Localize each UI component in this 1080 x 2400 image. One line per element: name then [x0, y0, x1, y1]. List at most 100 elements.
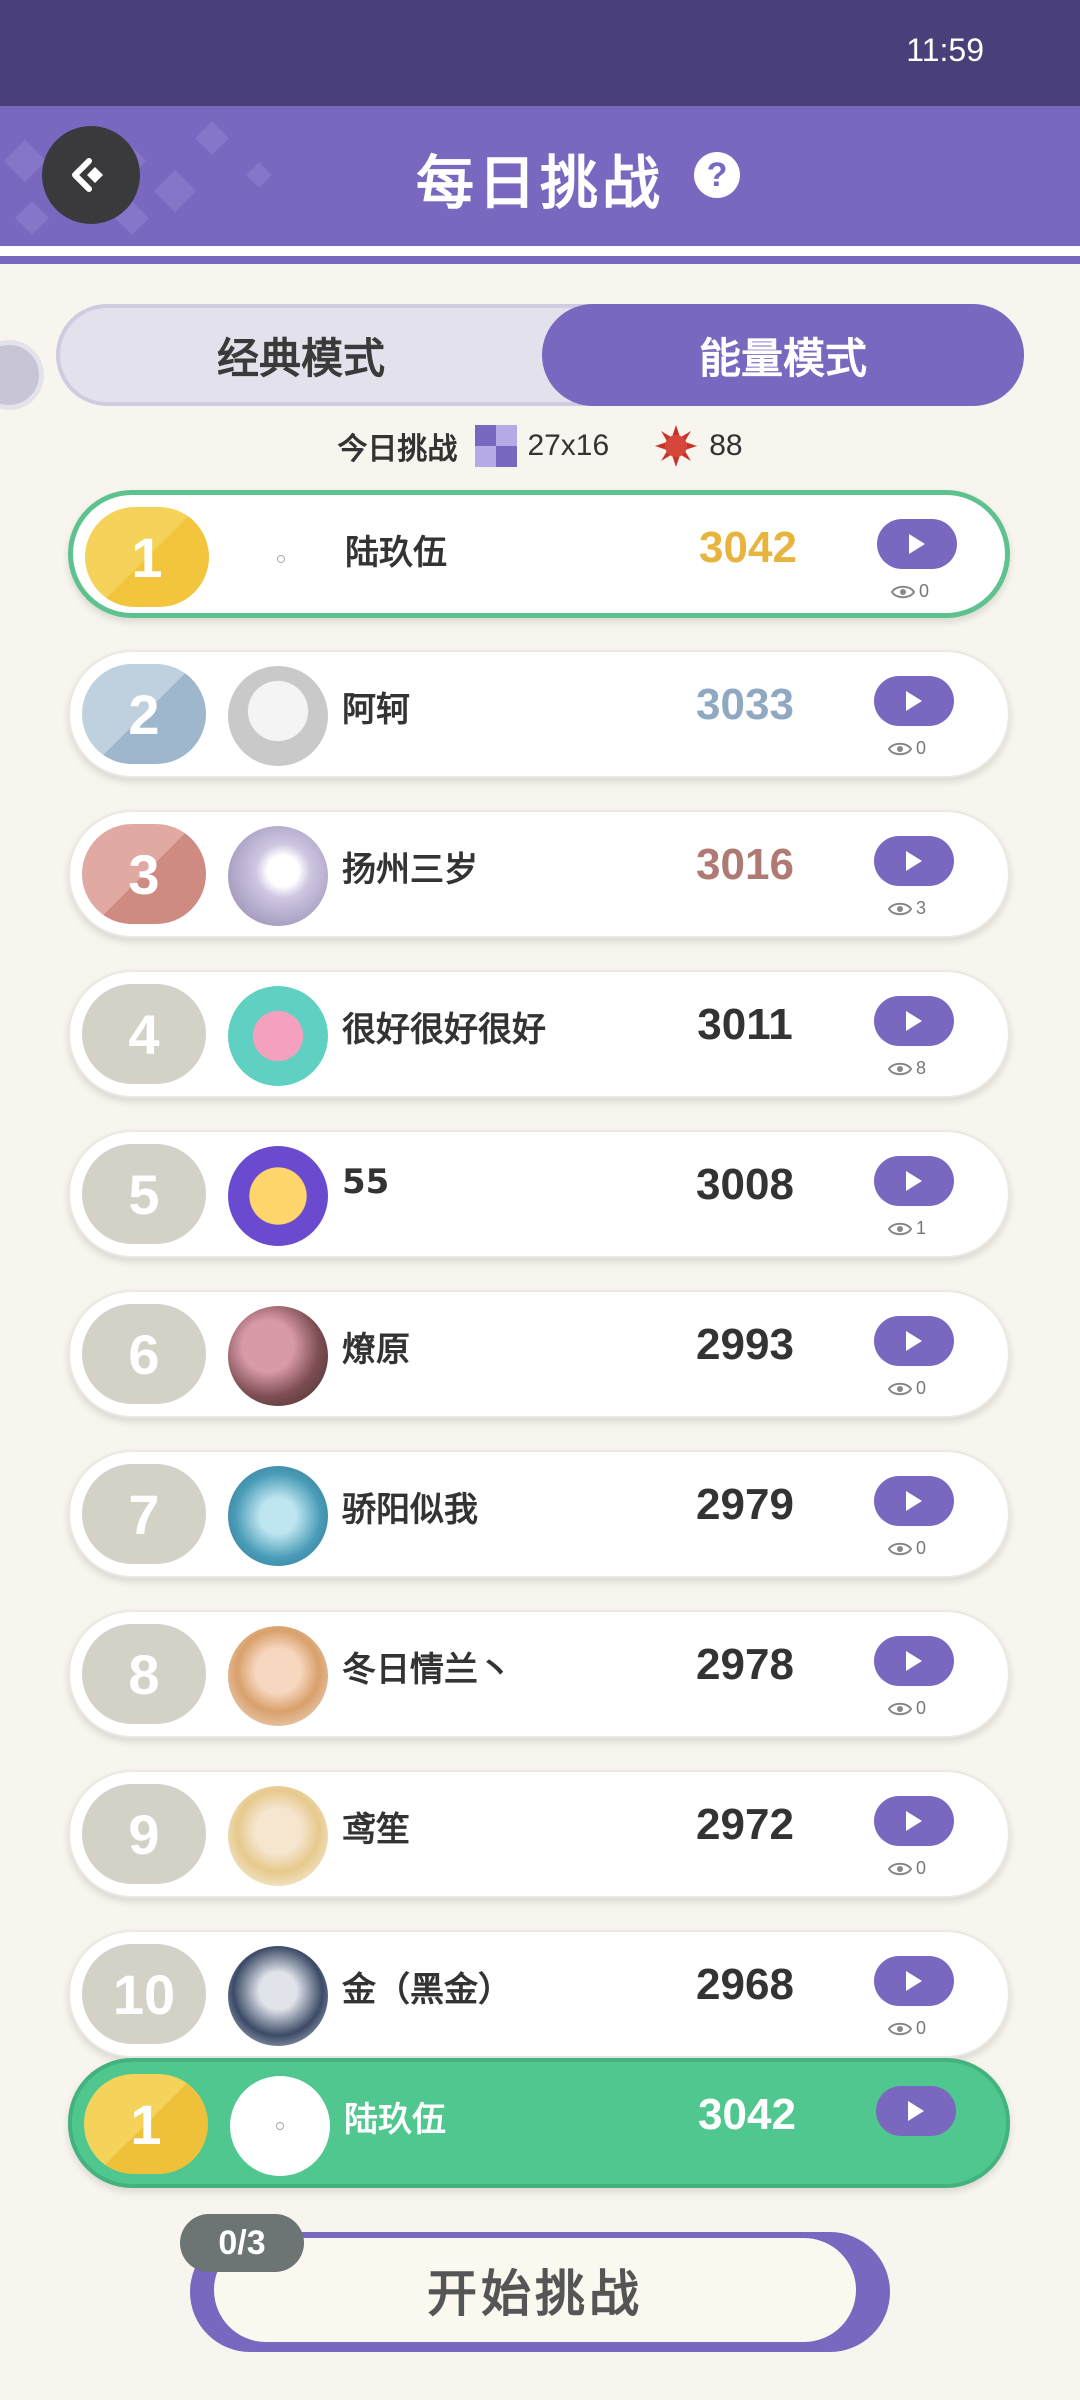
player-name: 鸢笙: [342, 1810, 410, 1850]
avatar[interactable]: [230, 2076, 330, 2176]
view-count: 8: [888, 1058, 926, 1079]
replay-button[interactable]: [874, 1476, 954, 1526]
replay-button[interactable]: [874, 1636, 954, 1686]
player-name: 阿轲: [342, 690, 410, 730]
view-count: 0: [891, 581, 929, 602]
score: 2978: [696, 1640, 794, 1689]
score: 3016: [696, 840, 794, 889]
play-icon: [906, 1811, 922, 1831]
avatar[interactable]: [228, 1466, 328, 1566]
score: 3042: [698, 2090, 796, 2139]
avatar[interactable]: [228, 826, 328, 926]
avatar[interactable]: [228, 1306, 328, 1406]
view-count: 0: [888, 1858, 926, 1879]
view-count-value: 8: [916, 1058, 927, 1078]
rank-number: 2: [128, 682, 160, 746]
play-icon: [906, 1171, 922, 1191]
view-count: 0: [888, 1698, 926, 1719]
energy-value: 88: [709, 429, 743, 462]
rank-number: 10: [112, 1962, 176, 2026]
eye-icon: [888, 902, 912, 915]
view-count-value: 0: [916, 738, 927, 758]
view-count: 0: [888, 1378, 926, 1399]
view-count: 0: [888, 1538, 926, 1559]
replay-button[interactable]: [874, 1156, 954, 1206]
tab-classic-mode[interactable]: 经典模式: [60, 308, 542, 402]
score: 2979: [696, 1480, 794, 1529]
view-count-value: 0: [916, 2018, 927, 2038]
view-count-value: 0: [916, 1378, 927, 1398]
score: 3042: [699, 523, 797, 572]
leaderboard-row: 1 陆玖伍 3042 0: [68, 490, 1010, 618]
replay-button[interactable]: [874, 1316, 954, 1366]
eye-icon: [888, 1382, 912, 1395]
eye-icon: [888, 1862, 912, 1875]
leaderboard-row: 5 55 3008 1: [68, 1130, 1010, 1258]
rank-number: 5: [128, 1162, 160, 1226]
eye-icon: [888, 2022, 912, 2035]
play-icon: [909, 534, 925, 554]
play-icon: [906, 1651, 922, 1671]
eye-icon: [891, 585, 915, 598]
player-name: 冬日情兰丶: [342, 1650, 512, 1690]
play-icon: [906, 851, 922, 871]
leaderboard-row: 9 鸢笙 2972 0: [68, 1770, 1010, 1898]
player-name: 燎原: [342, 1330, 410, 1370]
rank-badge: 10: [82, 1944, 206, 2044]
rank-number: 8: [128, 1642, 160, 1706]
player-name: 扬州三岁: [342, 850, 478, 890]
tab-energy-mode[interactable]: 能量模式: [542, 304, 1024, 406]
my-rank-row: 1 陆玖伍 3042: [68, 2058, 1010, 2188]
leaderboard-row: 4 很好很好很好 3011 8: [68, 970, 1010, 1098]
leaderboard-row: 3 扬州三岁 3016 3: [68, 810, 1010, 938]
avatar[interactable]: [228, 986, 328, 1086]
score: 3011: [697, 1000, 793, 1049]
rank-badge: 4: [82, 984, 206, 1084]
help-icon[interactable]: ?: [694, 152, 740, 198]
rank-number: 7: [128, 1482, 160, 1546]
replay-button[interactable]: [874, 996, 954, 1046]
eye-icon: [888, 1702, 912, 1715]
avatar[interactable]: [228, 666, 328, 766]
replay-button[interactable]: [876, 2086, 956, 2136]
view-count: 1: [888, 1218, 926, 1239]
rank-badge: 6: [82, 1304, 206, 1404]
avatar[interactable]: [231, 509, 331, 609]
player-name: 金（黑金）: [342, 1970, 512, 2010]
replay-button[interactable]: [874, 836, 954, 886]
view-count-value: 0: [919, 581, 930, 601]
rank-badge: 2: [82, 664, 206, 764]
leaderboard-row: 8 冬日情兰丶 2978 0: [68, 1610, 1010, 1738]
attempts-badge: 0/3: [180, 2214, 304, 2272]
view-count-value: 0: [916, 1858, 927, 1878]
side-avatar[interactable]: [0, 340, 44, 410]
replay-button[interactable]: [874, 1796, 954, 1846]
replay-button[interactable]: [874, 1956, 954, 2006]
rank-badge: 9: [82, 1784, 206, 1884]
replay-button[interactable]: [877, 519, 957, 569]
today-label: 今日挑战: [337, 432, 458, 467]
rank-number: 4: [128, 1002, 160, 1066]
mode-toggle: 经典模式 能量模式: [56, 304, 1024, 406]
player-name: 很好很好很好: [342, 1010, 546, 1050]
header-divider-accent: [0, 256, 1080, 264]
rank-number: 9: [128, 1802, 160, 1866]
avatar[interactable]: [228, 1946, 328, 2046]
avatar[interactable]: [228, 1626, 328, 1726]
player-name: 陆玖伍: [344, 2100, 446, 2140]
score: 2972: [696, 1800, 794, 1849]
replay-button[interactable]: [874, 676, 954, 726]
avatar[interactable]: [228, 1786, 328, 1886]
rank-badge: 5: [82, 1144, 206, 1244]
status-bar: 11:59: [0, 0, 1080, 106]
play-icon: [906, 1011, 922, 1031]
page-title: 每日挑战: [415, 149, 664, 217]
avatar[interactable]: [228, 1146, 328, 1246]
rank-badge: 7: [82, 1464, 206, 1564]
eye-icon: [888, 1222, 912, 1235]
view-count-value: 3: [916, 898, 927, 918]
today-challenge-info: 今日挑战 27x16 88: [0, 420, 1080, 472]
score: 2968: [696, 1960, 794, 2009]
view-count-value: 0: [916, 1538, 927, 1558]
start-challenge-button[interactable]: 开始挑战: [214, 2238, 856, 2342]
